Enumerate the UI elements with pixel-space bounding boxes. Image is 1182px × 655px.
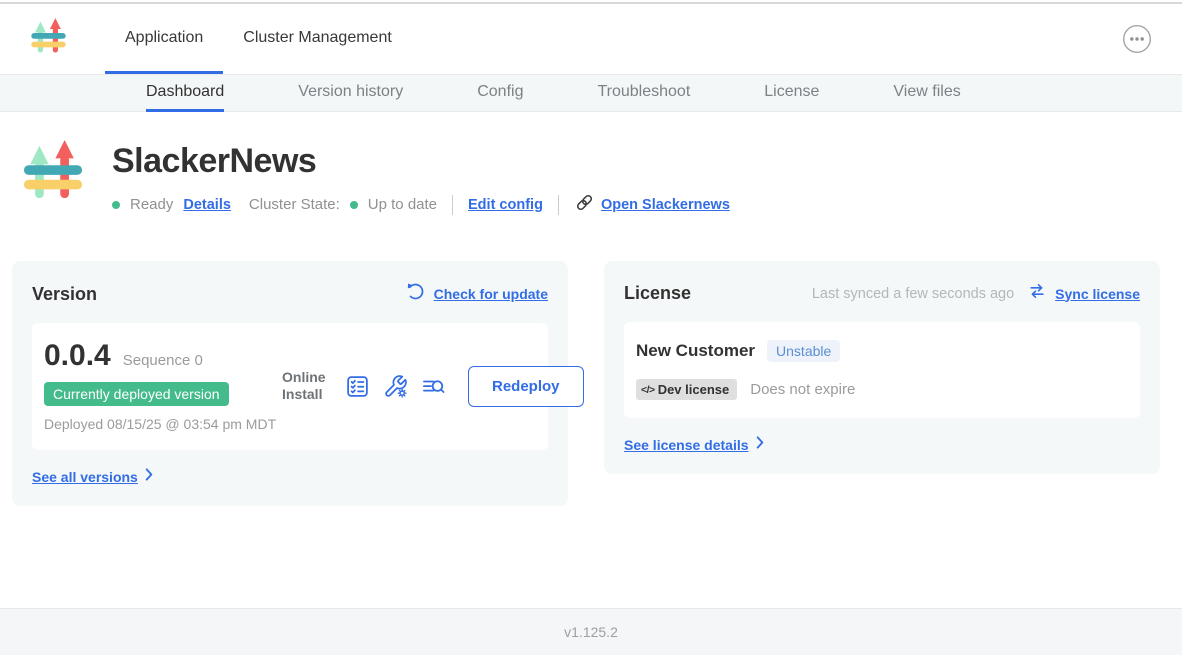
- sync-arrows-icon: [1027, 281, 1047, 306]
- cluster-state-label: Cluster State:: [249, 196, 340, 213]
- app-footer: v1.125.2: [0, 608, 1182, 655]
- details-link[interactable]: Details: [183, 197, 231, 213]
- tab-application[interactable]: Application: [105, 4, 223, 74]
- license-type-label: Dev license: [658, 382, 730, 397]
- more-menu-button[interactable]: [1122, 24, 1152, 54]
- see-license-details-link[interactable]: See license details: [624, 437, 749, 453]
- sync-license-label: Sync license: [1055, 286, 1140, 302]
- primary-nav: Application Cluster Management: [105, 4, 412, 74]
- edit-config-link[interactable]: Edit config: [468, 197, 543, 213]
- install-type-label: Online Install: [282, 369, 332, 404]
- customer-name: New Customer: [636, 341, 755, 361]
- app-header-block: SlackerNews Ready Details Cluster State:…: [22, 138, 1182, 217]
- main-header: Application Cluster Management: [0, 4, 1182, 74]
- deployed-timestamp: Deployed 08/15/25 @ 03:54 pm MDT: [44, 415, 279, 434]
- check-for-update-link[interactable]: Check for update: [405, 281, 548, 307]
- app-logo-large: [22, 138, 84, 217]
- status-divider: [452, 195, 453, 215]
- version-card-title: Version: [32, 284, 97, 305]
- app-status-text: Ready: [130, 196, 173, 213]
- sequence-label: Sequence 0: [123, 352, 203, 369]
- license-card: License Last synced a few seconds ago Sy…: [604, 261, 1160, 474]
- version-card: Version Check for update: [12, 261, 568, 506]
- subnav-tab-version-history[interactable]: Version history: [298, 75, 403, 112]
- redeploy-button[interactable]: Redeploy: [468, 366, 584, 407]
- version-number: 0.0.4: [44, 339, 111, 373]
- license-detail-panel: New Customer Unstable </> Dev license Do…: [624, 322, 1140, 418]
- check-for-update-label: Check for update: [434, 286, 548, 302]
- subnav-tab-dashboard[interactable]: Dashboard: [146, 75, 224, 112]
- deploy-logs-button[interactable]: [421, 374, 446, 399]
- subnav-tab-config[interactable]: Config: [477, 75, 523, 112]
- cluster-state-dot: [350, 201, 358, 209]
- expiration-text: Does not expire: [750, 381, 855, 398]
- see-all-versions-link[interactable]: See all versions: [32, 469, 138, 485]
- current-version-panel: 0.0.4 Sequence 0 Currently deployed vers…: [32, 323, 548, 450]
- chevron-right-icon: [756, 436, 764, 454]
- subnav-tab-license[interactable]: License: [764, 75, 819, 112]
- chain-link-icon: [574, 192, 595, 217]
- deployed-status-badge: Currently deployed version: [44, 382, 229, 406]
- console-version-text: v1.125.2: [564, 624, 618, 640]
- status-divider: [558, 195, 559, 215]
- refresh-icon: [405, 281, 426, 307]
- checklist-icon: [345, 387, 370, 402]
- code-icon: </>: [641, 384, 655, 396]
- ellipsis-icon: [1122, 42, 1152, 57]
- license-type-badge: </> Dev license: [636, 379, 737, 400]
- app-logo-icon: [30, 17, 67, 61]
- dashboard-main: SlackerNews Ready Details Cluster State:…: [0, 138, 1182, 506]
- preflight-checks-button[interactable]: [345, 374, 370, 399]
- secondary-nav: Dashboard Version history Config Trouble…: [0, 74, 1182, 112]
- subnav-tab-view-files[interactable]: View files: [893, 75, 960, 112]
- app-status-dot: [112, 201, 120, 209]
- channel-badge: Unstable: [767, 340, 840, 362]
- log-search-icon: [421, 387, 446, 402]
- edit-config-button[interactable]: [383, 374, 408, 399]
- tab-cluster-management[interactable]: Cluster Management: [223, 4, 412, 74]
- chevron-right-icon: [145, 468, 153, 486]
- subnav-tab-troubleshoot[interactable]: Troubleshoot: [597, 75, 690, 112]
- cluster-state-value: Up to date: [368, 196, 437, 213]
- last-synced-text: Last synced a few seconds ago: [812, 286, 1014, 302]
- open-app-label: Open Slackernews: [601, 197, 730, 213]
- license-card-title: License: [624, 283, 691, 304]
- app-status-row: Ready Details Cluster State: Up to date …: [112, 192, 730, 217]
- page-title: SlackerNews: [112, 142, 730, 181]
- sync-license-link[interactable]: Sync license: [1027, 281, 1140, 306]
- open-app-link[interactable]: Open Slackernews: [574, 192, 730, 217]
- wrench-gear-icon: [383, 387, 408, 402]
